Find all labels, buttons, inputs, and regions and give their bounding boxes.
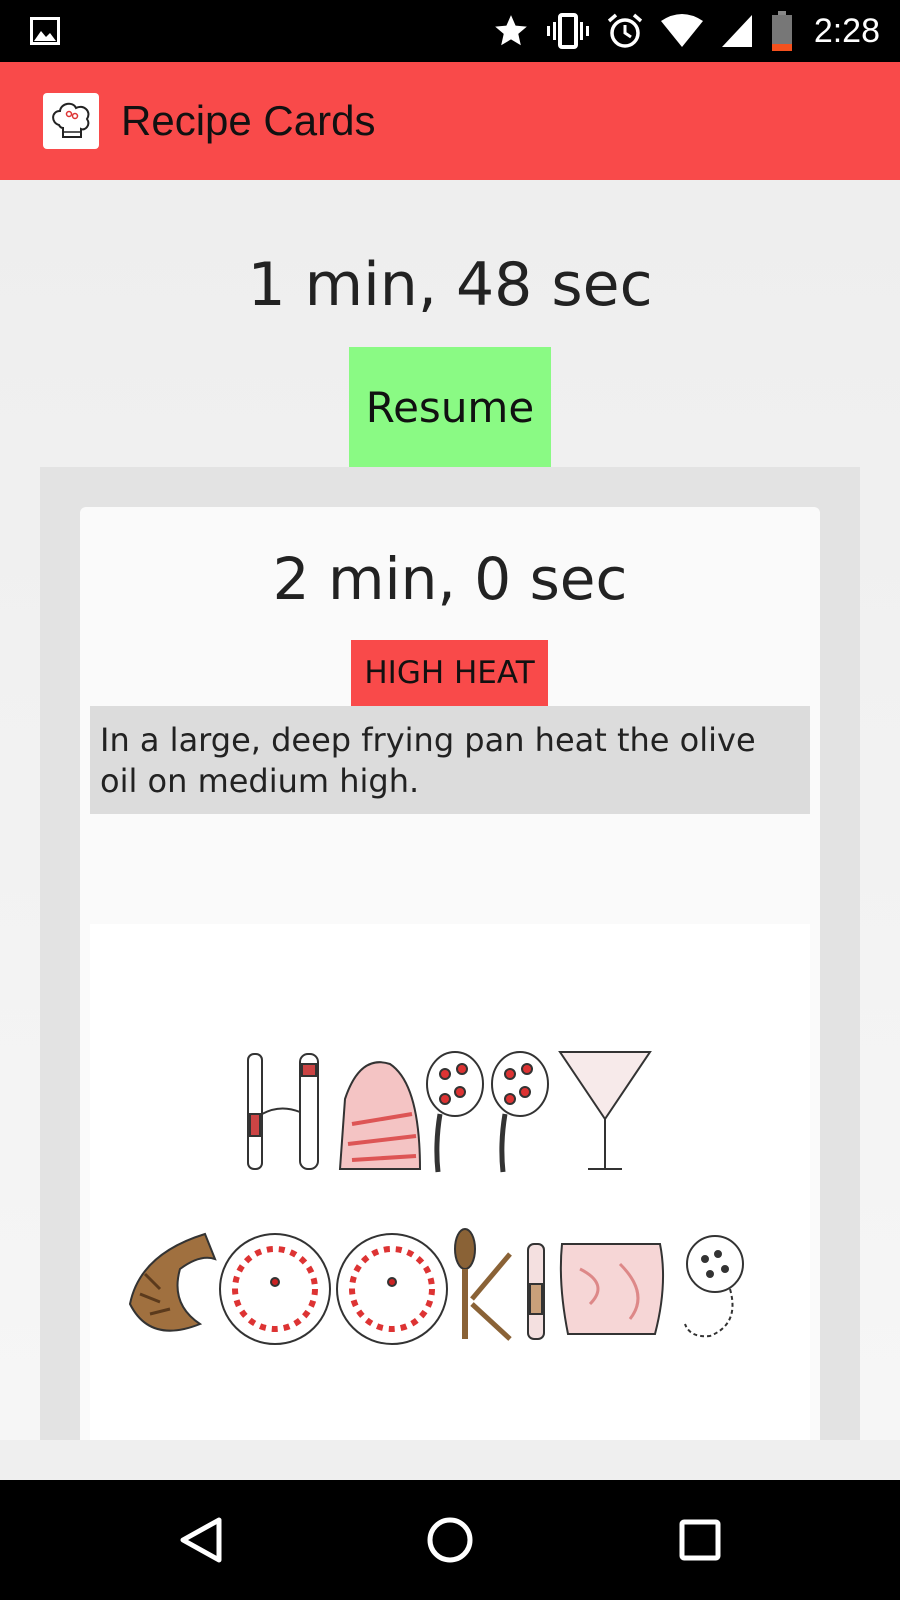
step-card[interactable]: 2 min, 0 sec HIGH HEAT In a large, deep …	[80, 507, 820, 1440]
app-title: Recipe Cards	[121, 97, 376, 144]
steps-list[interactable]: 2 min, 0 sec HIGH HEAT In a large, deep …	[40, 467, 860, 1440]
back-icon[interactable]	[169, 1508, 233, 1572]
vibrate-icon	[546, 12, 590, 50]
happy-cooking-image	[90, 924, 810, 1440]
recents-icon[interactable]	[668, 1508, 732, 1572]
heat-badge: HIGH HEAT	[351, 640, 548, 706]
step-instruction: In a large, deep frying pan heat the oli…	[90, 706, 810, 814]
app-bar: Recipe Cards	[0, 62, 900, 180]
alarm-icon	[606, 12, 644, 50]
resume-button[interactable]: Resume	[349, 347, 551, 467]
status-bar: 2:28	[0, 0, 900, 62]
gallery-icon	[30, 17, 60, 45]
happy-cooking-artwork	[128, 1051, 744, 1345]
cell-signal-icon	[720, 13, 754, 49]
star-icon	[492, 12, 530, 50]
wifi-icon	[660, 13, 704, 49]
navigation-bar	[0, 1480, 900, 1600]
recipe-content: 1 min, 48 sec Resume 2 min, 0 sec HIGH H…	[0, 180, 900, 1440]
chef-hat-icon[interactable]	[43, 93, 99, 149]
battery-icon	[770, 11, 794, 51]
main-timer: 1 min, 48 sec	[247, 250, 653, 320]
step-timer: 2 min, 0 sec	[272, 545, 628, 613]
home-icon[interactable]	[418, 1508, 482, 1572]
status-clock: 2:28	[813, 11, 880, 50]
